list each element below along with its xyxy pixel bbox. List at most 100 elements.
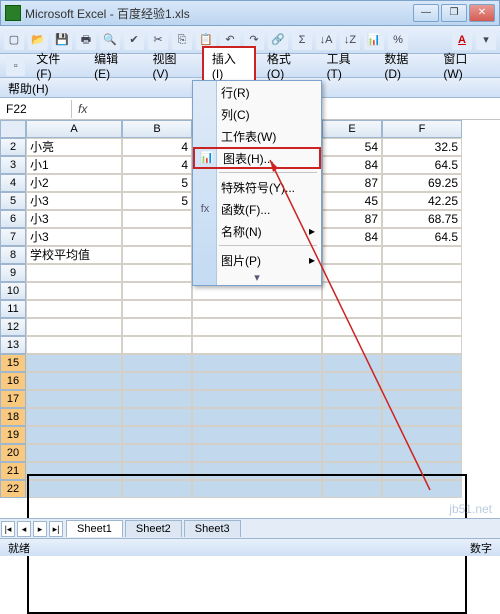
row-header[interactable]: 11 — [0, 300, 26, 318]
cell[interactable] — [122, 390, 192, 408]
cell[interactable] — [382, 480, 462, 498]
cell[interactable] — [382, 426, 462, 444]
cell[interactable] — [122, 228, 192, 246]
cell[interactable]: 小2 — [26, 174, 122, 192]
cell[interactable] — [122, 354, 192, 372]
row-header[interactable]: 8 — [0, 246, 26, 264]
cell[interactable]: 小3 — [26, 228, 122, 246]
cell[interactable]: 87 — [322, 210, 382, 228]
cell[interactable] — [382, 444, 462, 462]
menu-data[interactable]: 数据(D) — [375, 47, 432, 84]
cell[interactable] — [122, 246, 192, 264]
cell[interactable] — [26, 282, 122, 300]
cell[interactable] — [382, 462, 462, 480]
row-header[interactable]: 5 — [0, 192, 26, 210]
row-header[interactable]: 20 — [0, 444, 26, 462]
tab-nav-next-icon[interactable]: ▸ — [33, 521, 47, 537]
cell[interactable] — [122, 462, 192, 480]
cell[interactable] — [322, 282, 382, 300]
cell[interactable] — [192, 300, 322, 318]
menu-edit[interactable]: 编辑(E) — [85, 47, 141, 84]
cell[interactable] — [192, 408, 322, 426]
new-icon[interactable]: ▢ — [4, 30, 24, 50]
cell[interactable] — [122, 264, 192, 282]
cell[interactable]: 87 — [322, 174, 382, 192]
cell[interactable] — [322, 264, 382, 282]
cell[interactable] — [122, 372, 192, 390]
cell[interactable]: 学校平均值 — [26, 246, 122, 264]
cell[interactable] — [192, 480, 322, 498]
cell[interactable] — [322, 480, 382, 498]
select-all-button[interactable] — [0, 120, 26, 138]
row-header[interactable]: 6 — [0, 210, 26, 228]
cell[interactable]: 小亮 — [26, 138, 122, 156]
menu-item-row[interactable]: 行(R) — [193, 81, 321, 103]
cell[interactable] — [322, 462, 382, 480]
close-button[interactable]: ✕ — [469, 4, 495, 22]
menu-view[interactable]: 视图(V) — [144, 47, 200, 84]
cell[interactable]: 4 — [122, 156, 192, 174]
cell[interactable] — [382, 336, 462, 354]
col-header-f[interactable]: F — [382, 120, 462, 138]
cell[interactable] — [26, 444, 122, 462]
cell[interactable] — [192, 336, 322, 354]
cell[interactable] — [382, 354, 462, 372]
cell[interactable] — [122, 426, 192, 444]
cell[interactable]: 64.5 — [382, 156, 462, 174]
cell[interactable] — [382, 390, 462, 408]
row-header[interactable]: 21 — [0, 462, 26, 480]
menu-format[interactable]: 格式(O) — [258, 47, 316, 84]
cell[interactable] — [382, 372, 462, 390]
cell[interactable] — [26, 462, 122, 480]
menu-window[interactable]: 窗口(W) — [434, 47, 494, 84]
cell[interactable] — [382, 318, 462, 336]
cell[interactable]: 5 — [122, 174, 192, 192]
cell[interactable]: 4 — [122, 138, 192, 156]
tab-nav-first-icon[interactable]: |◂ — [1, 521, 15, 537]
row-header[interactable]: 15 — [0, 354, 26, 372]
cell[interactable] — [322, 426, 382, 444]
cell[interactable] — [122, 282, 192, 300]
name-box[interactable]: F22 — [0, 100, 72, 118]
cell[interactable] — [192, 318, 322, 336]
cell[interactable] — [26, 372, 122, 390]
cell[interactable] — [322, 372, 382, 390]
cell[interactable]: 84 — [322, 228, 382, 246]
cell[interactable] — [192, 444, 322, 462]
cell[interactable]: 42.25 — [382, 192, 462, 210]
cell[interactable] — [122, 444, 192, 462]
cell[interactable] — [26, 408, 122, 426]
menu-item-column[interactable]: 列(C) — [193, 103, 321, 125]
row-header[interactable]: 16 — [0, 372, 26, 390]
tab-nav-last-icon[interactable]: ▸| — [49, 521, 63, 537]
row-header[interactable]: 22 — [0, 480, 26, 498]
cell[interactable]: 68.75 — [382, 210, 462, 228]
menu-help[interactable]: 帮助(H) — [8, 82, 49, 96]
cell[interactable] — [26, 390, 122, 408]
cell[interactable] — [322, 390, 382, 408]
cell[interactable] — [322, 336, 382, 354]
row-header[interactable]: 19 — [0, 426, 26, 444]
cell[interactable] — [192, 462, 322, 480]
row-header[interactable]: 12 — [0, 318, 26, 336]
cell[interactable] — [122, 480, 192, 498]
cell[interactable]: 小1 — [26, 156, 122, 174]
cell[interactable] — [382, 264, 462, 282]
cell[interactable]: 69.25 — [382, 174, 462, 192]
menu-item-function[interactable]: fx 函数(F)... — [193, 198, 321, 220]
cell[interactable] — [382, 408, 462, 426]
maximize-button[interactable]: ❐ — [441, 4, 467, 22]
minimize-button[interactable]: — — [413, 4, 439, 22]
cell[interactable]: 5 — [122, 192, 192, 210]
cell[interactable] — [122, 336, 192, 354]
menu-item-name[interactable]: 名称(N)▸ — [193, 220, 321, 242]
menu-item-chart[interactable]: 📊 图表(H)... — [193, 147, 321, 169]
row-header[interactable]: 9 — [0, 264, 26, 282]
menu-item-picture[interactable]: 图片(P)▸ — [193, 249, 321, 271]
cell[interactable] — [382, 246, 462, 264]
cell[interactable]: 32.5 — [382, 138, 462, 156]
cell[interactable] — [322, 300, 382, 318]
cell[interactable] — [122, 300, 192, 318]
row-header[interactable]: 4 — [0, 174, 26, 192]
cell[interactable]: 64.5 — [382, 228, 462, 246]
